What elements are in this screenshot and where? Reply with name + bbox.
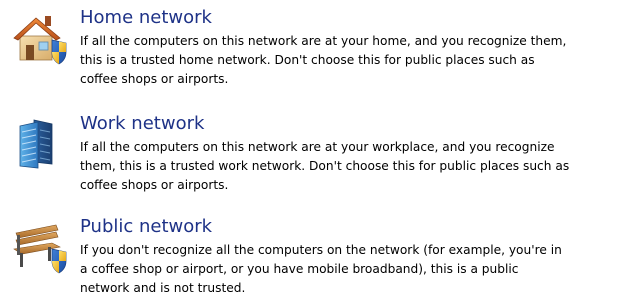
public-network-title: Public network — [80, 216, 213, 237]
office-building-icon — [12, 116, 70, 172]
home-network-description: If all the computers on this network are… — [80, 34, 567, 86]
park-bench-with-shield-icon — [12, 219, 70, 275]
work-network-option[interactable]: Work network If all the computers on thi… — [8, 112, 612, 200]
house-with-shield-icon — [12, 10, 70, 66]
work-network-title: Work network — [80, 113, 205, 134]
work-network-description: If all the computers on this network are… — [80, 140, 570, 192]
home-network-title: Home network — [80, 7, 212, 28]
home-network-option[interactable]: Home network If all the computers on thi… — [8, 6, 612, 94]
public-network-option[interactable]: Public network If you don't recognize al… — [8, 215, 612, 303]
public-network-description: If you don't recognize all the computers… — [80, 243, 562, 295]
